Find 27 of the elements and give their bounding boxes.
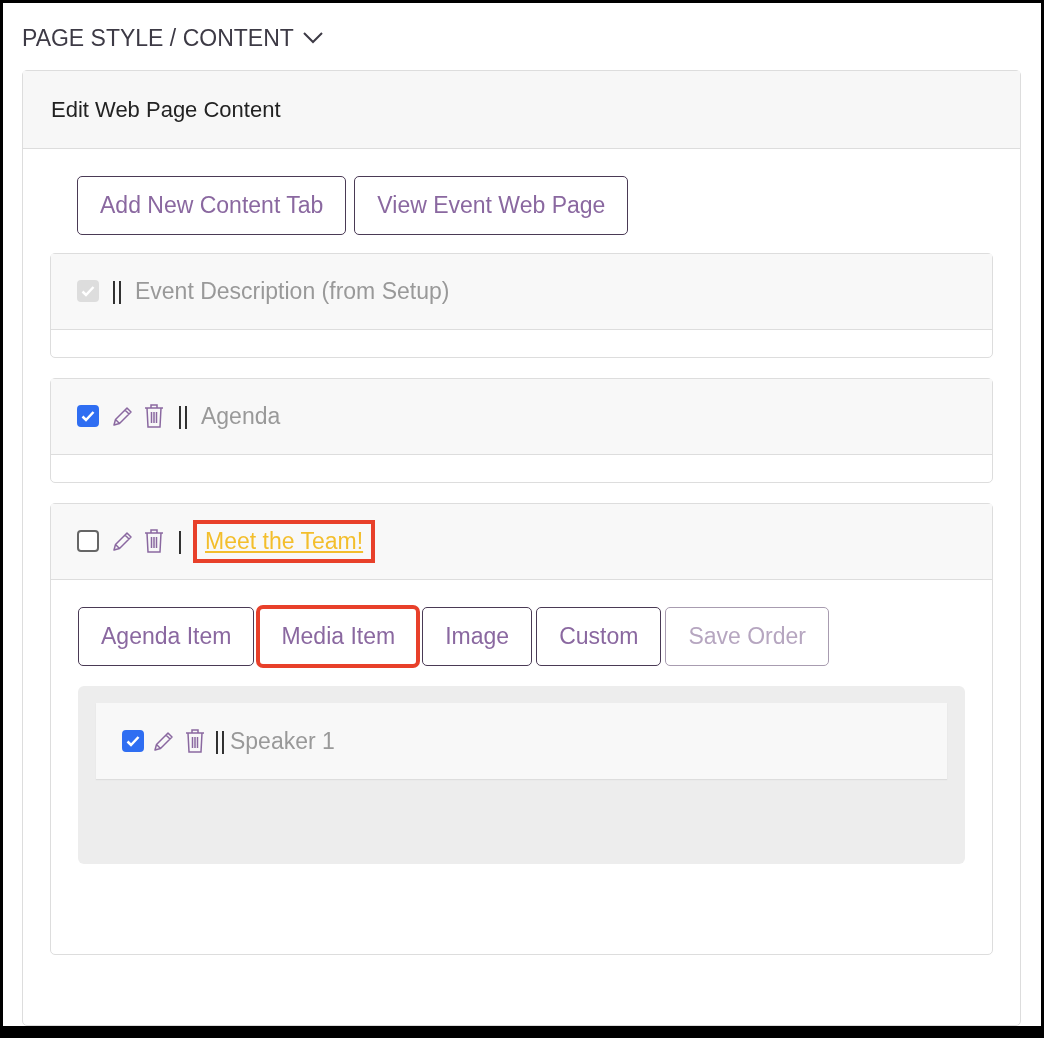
checkmark-icon xyxy=(81,410,95,423)
card-header: Edit Web Page Content xyxy=(23,70,1020,149)
checkmark-icon xyxy=(126,735,140,748)
item-title: Speaker 1 xyxy=(229,726,335,756)
add-button[interactable]: Agenda Item xyxy=(78,606,255,667)
add-button[interactable]: Image xyxy=(422,606,533,667)
checkbox[interactable] xyxy=(77,530,99,553)
add-button[interactable]: Custom xyxy=(536,606,662,667)
checkbox[interactable] xyxy=(122,730,144,753)
section-title: PAGE STYLE / CONTENT xyxy=(22,24,294,53)
trash-icon[interactable] xyxy=(184,728,206,755)
pencil-icon[interactable] xyxy=(111,404,135,429)
drag-handle[interactable]: || xyxy=(177,399,189,434)
trash-icon[interactable] xyxy=(143,528,165,555)
chevron-down-icon[interactable] xyxy=(301,31,324,46)
checkbox[interactable] xyxy=(77,405,99,428)
tab-title: Agenda xyxy=(200,402,281,432)
drag-handle[interactable]: || xyxy=(214,723,226,759)
drag-handle[interactable]: | xyxy=(177,524,183,559)
action-button[interactable]: View Event Web Page xyxy=(354,175,629,235)
checkmark-icon xyxy=(81,285,95,298)
add-button[interactable]: Media Item xyxy=(258,606,419,667)
pencil-icon[interactable] xyxy=(152,729,176,754)
pencil-icon[interactable] xyxy=(111,529,135,554)
tab-title: Event Description (from Setup) xyxy=(134,277,450,307)
trash-icon[interactable] xyxy=(143,403,165,430)
action-button[interactable]: Add New Content Tab xyxy=(77,175,347,235)
